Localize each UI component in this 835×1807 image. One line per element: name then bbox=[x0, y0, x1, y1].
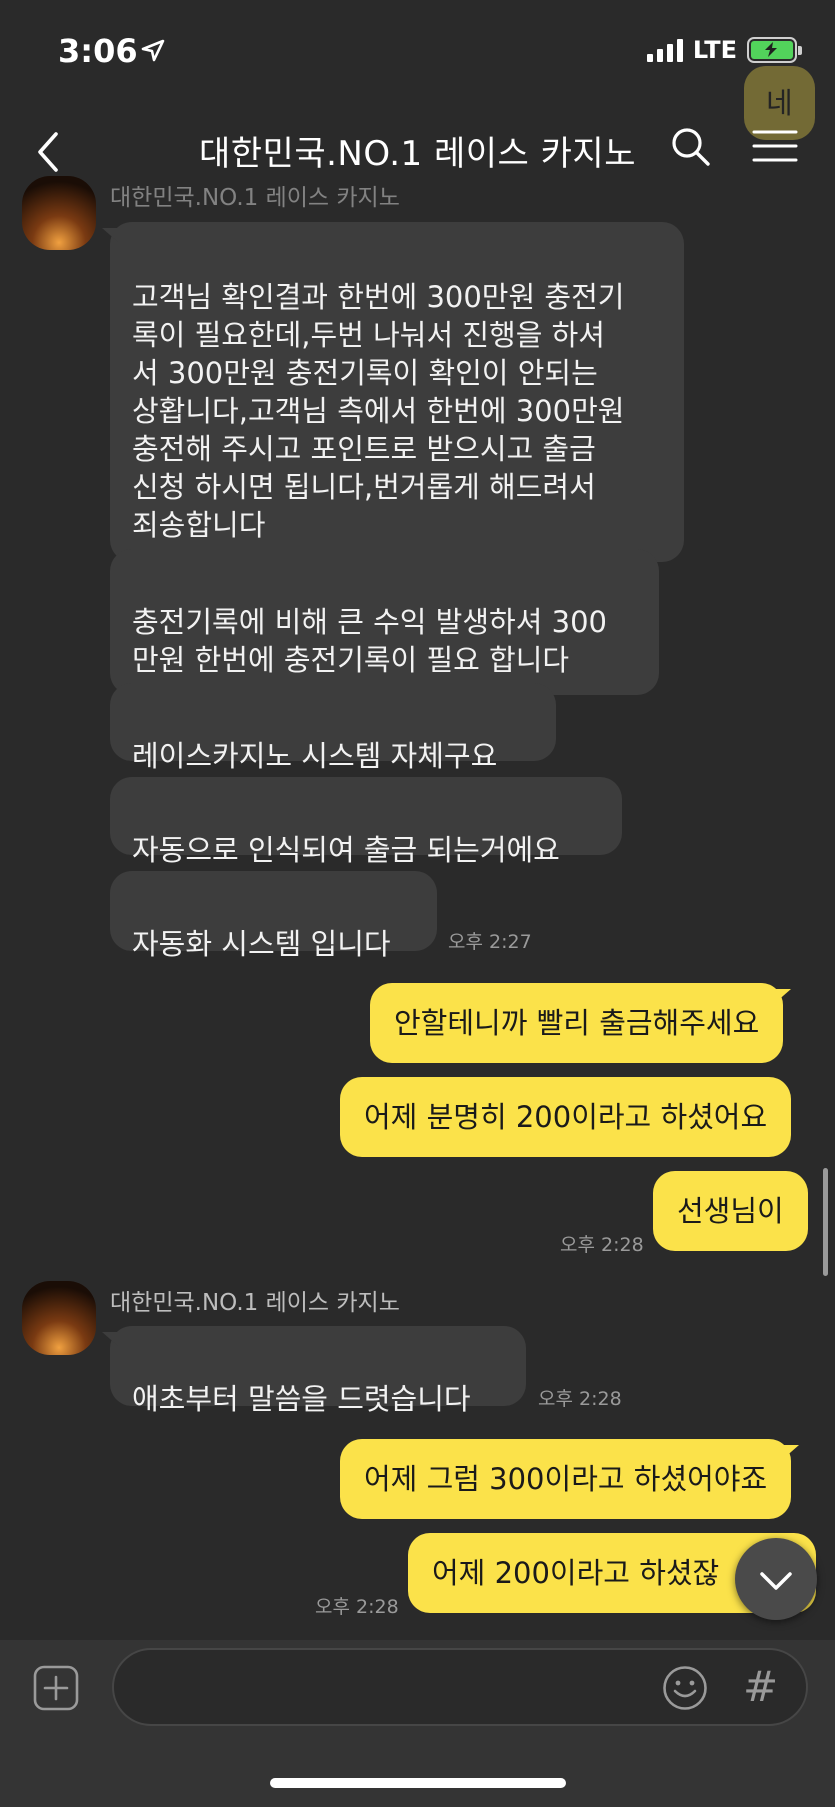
hash-icon: # bbox=[743, 1662, 779, 1711]
status-time: 3:06 bbox=[58, 32, 138, 70]
message-input-bar: # bbox=[0, 1640, 835, 1807]
message-text: 선생님이 bbox=[677, 1194, 784, 1228]
status-bar: 3:06 LTE bbox=[0, 0, 835, 110]
avatar[interactable] bbox=[22, 1281, 96, 1355]
status-indicators: LTE bbox=[646, 36, 802, 64]
message-text: 자동화 시스템 입니다 bbox=[132, 927, 391, 961]
hamburger-menu-icon bbox=[752, 130, 798, 162]
search-button[interactable] bbox=[668, 122, 714, 172]
chat-bubble-incoming[interactable]: 레이스카지노 시스템 자체구요 bbox=[110, 683, 556, 773]
search-icon bbox=[672, 128, 710, 166]
scrollbar[interactable] bbox=[823, 1168, 828, 1276]
emoji-button[interactable] bbox=[662, 1665, 708, 1711]
chat-bubble-incoming[interactable]: 자동화 시스템 입니다 bbox=[110, 871, 437, 961]
chat-bubble-incoming[interactable]: 고객님 확인결과 한번에 300만원 충전기 록이 필요한데,두번 나눠서 진행… bbox=[102, 222, 684, 562]
message-text: 애초부터 말씀을 드렷습니다 bbox=[132, 1382, 471, 1416]
message-text: 고객님 확인결과 한번에 300만원 충전기 록이 필요한데,두번 나눠서 진행… bbox=[132, 280, 625, 542]
chat-bubble-outgoing[interactable]: 어제 그럼 300이라고 하셨어야죠 bbox=[340, 1439, 800, 1519]
attach-button[interactable] bbox=[32, 1664, 80, 1712]
smiley-icon bbox=[663, 1666, 707, 1710]
message-timestamp: 오후 2:28 bbox=[315, 1596, 399, 1618]
chat-header: 대한민국.NO.1 레이스 카지노 bbox=[0, 110, 835, 190]
sender-name: 대한민국.NO.1 레이스 카지노 bbox=[110, 1290, 400, 1316]
chat-bubble-outgoing[interactable]: 선생님이 bbox=[653, 1171, 808, 1251]
menu-button[interactable] bbox=[752, 126, 798, 166]
plus-icon bbox=[33, 1665, 79, 1711]
battery-icon bbox=[747, 37, 802, 63]
hashtag-search-button[interactable]: # bbox=[743, 1662, 783, 1712]
chat-area[interactable]: 대한민국.NO.1 레이스 카지노 네 고객님 확인결과 한번에 300만원 충… bbox=[0, 0, 835, 1640]
message-text: 어제 분명히 200이라고 하셨어요 bbox=[364, 1100, 768, 1134]
message-text: 자동으로 인식되여 출금 되는거에요 bbox=[132, 833, 560, 867]
message-text: 충전기록에 비해 큰 수익 발생하셔 300 만원 한번에 충전기록이 필요 합… bbox=[132, 605, 607, 677]
chat-bubble-outgoing[interactable]: 어제 분명히 200이라고 하셨어요 bbox=[340, 1077, 792, 1157]
location-arrow-icon bbox=[141, 39, 165, 62]
signal-icon bbox=[646, 38, 683, 62]
message-timestamp: 오후 2:28 bbox=[560, 1234, 644, 1256]
chevron-down-icon bbox=[760, 1572, 792, 1590]
message-text: 레이스카지노 시스템 자체구요 bbox=[132, 739, 498, 773]
message-text: 어제 200이라고 하셨잖 bbox=[432, 1556, 720, 1590]
message-text: 안할테니까 빨리 출금해주세요 bbox=[394, 1006, 760, 1040]
message-timestamp: 오후 2:27 bbox=[448, 931, 532, 953]
scroll-to-bottom-button[interactable] bbox=[735, 1538, 817, 1620]
network-type: LTE bbox=[692, 36, 737, 64]
chat-bubble-incoming[interactable]: 애초부터 말씀을 드렷습니다 bbox=[102, 1326, 526, 1416]
chat-bubble-outgoing[interactable]: 안할테니까 빨리 출금해주세요 bbox=[370, 983, 792, 1063]
chat-bubble-incoming[interactable]: 자동으로 인식되여 출금 되는거에요 bbox=[110, 777, 622, 867]
chat-bubble-incoming[interactable]: 충전기록에 비해 큰 수익 발생하셔 300 만원 한번에 충전기록이 필요 합… bbox=[110, 549, 659, 695]
home-indicator[interactable] bbox=[270, 1778, 566, 1788]
message-text: 어제 그럼 300이라고 하셨어야죠 bbox=[364, 1462, 768, 1496]
message-timestamp: 오후 2:28 bbox=[538, 1388, 622, 1410]
